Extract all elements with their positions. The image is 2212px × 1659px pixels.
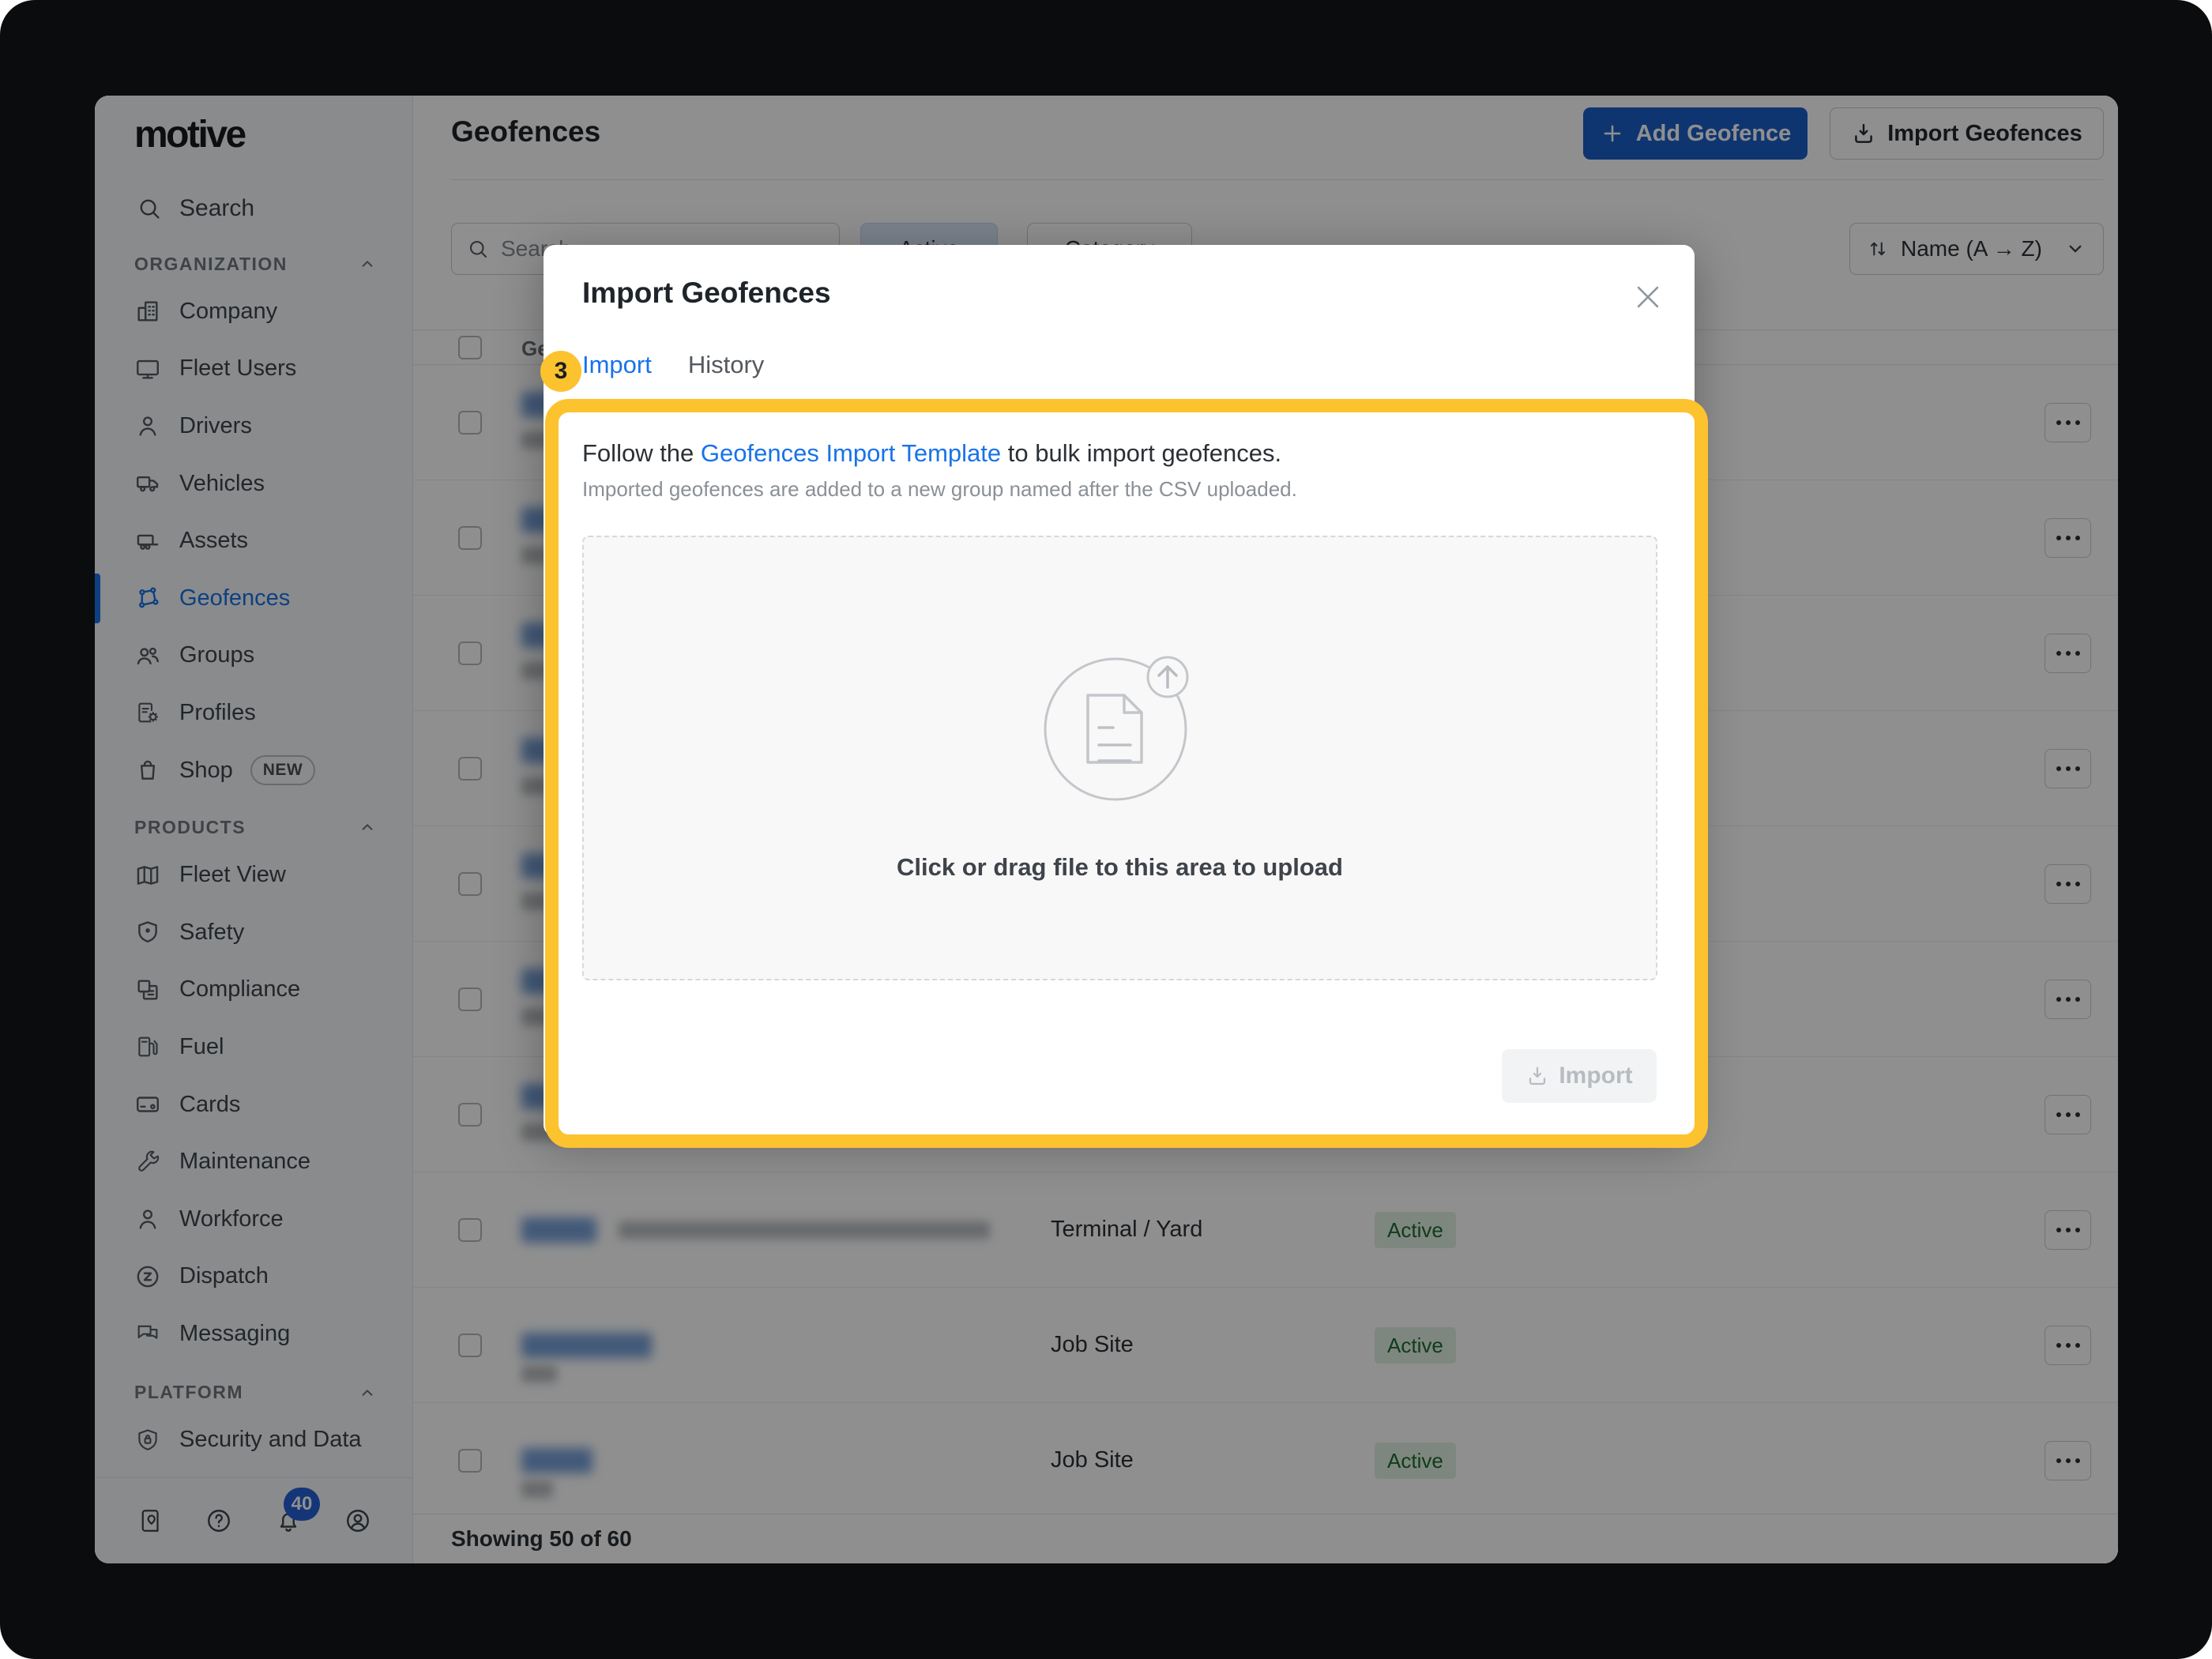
tutorial-step-badge: 3: [540, 351, 581, 392]
tab-history[interactable]: History: [688, 351, 764, 379]
dropzone-caption: Click or drag file to this area to uploa…: [584, 853, 1656, 882]
modal-instructions: Follow the Geofences Import Template to …: [582, 439, 1281, 468]
import-geofences-modal: Import Geofences Import History Follow t…: [544, 245, 1695, 1136]
modal-tabs: Import History: [582, 351, 764, 379]
screenshot-canvas: motive Search ORGANIZATIONCompanyFleet U…: [0, 0, 2212, 1659]
close-icon[interactable]: [1631, 280, 1665, 314]
app-window: motive Search ORGANIZATIONCompanyFleet U…: [95, 96, 2118, 1563]
tab-import[interactable]: Import: [582, 351, 652, 379]
modal-import-button[interactable]: Import: [1502, 1049, 1657, 1103]
geofences-import-template-link[interactable]: Geofences Import Template: [701, 439, 1001, 467]
modal-title: Import Geofences: [582, 276, 831, 310]
upload-document-icon: [1033, 632, 1202, 802]
modal-note: Imported geofences are added to a new gr…: [582, 477, 1297, 502]
import-tray-icon: [1525, 1064, 1549, 1088]
file-upload-dropzone[interactable]: Click or drag file to this area to uploa…: [582, 536, 1657, 980]
